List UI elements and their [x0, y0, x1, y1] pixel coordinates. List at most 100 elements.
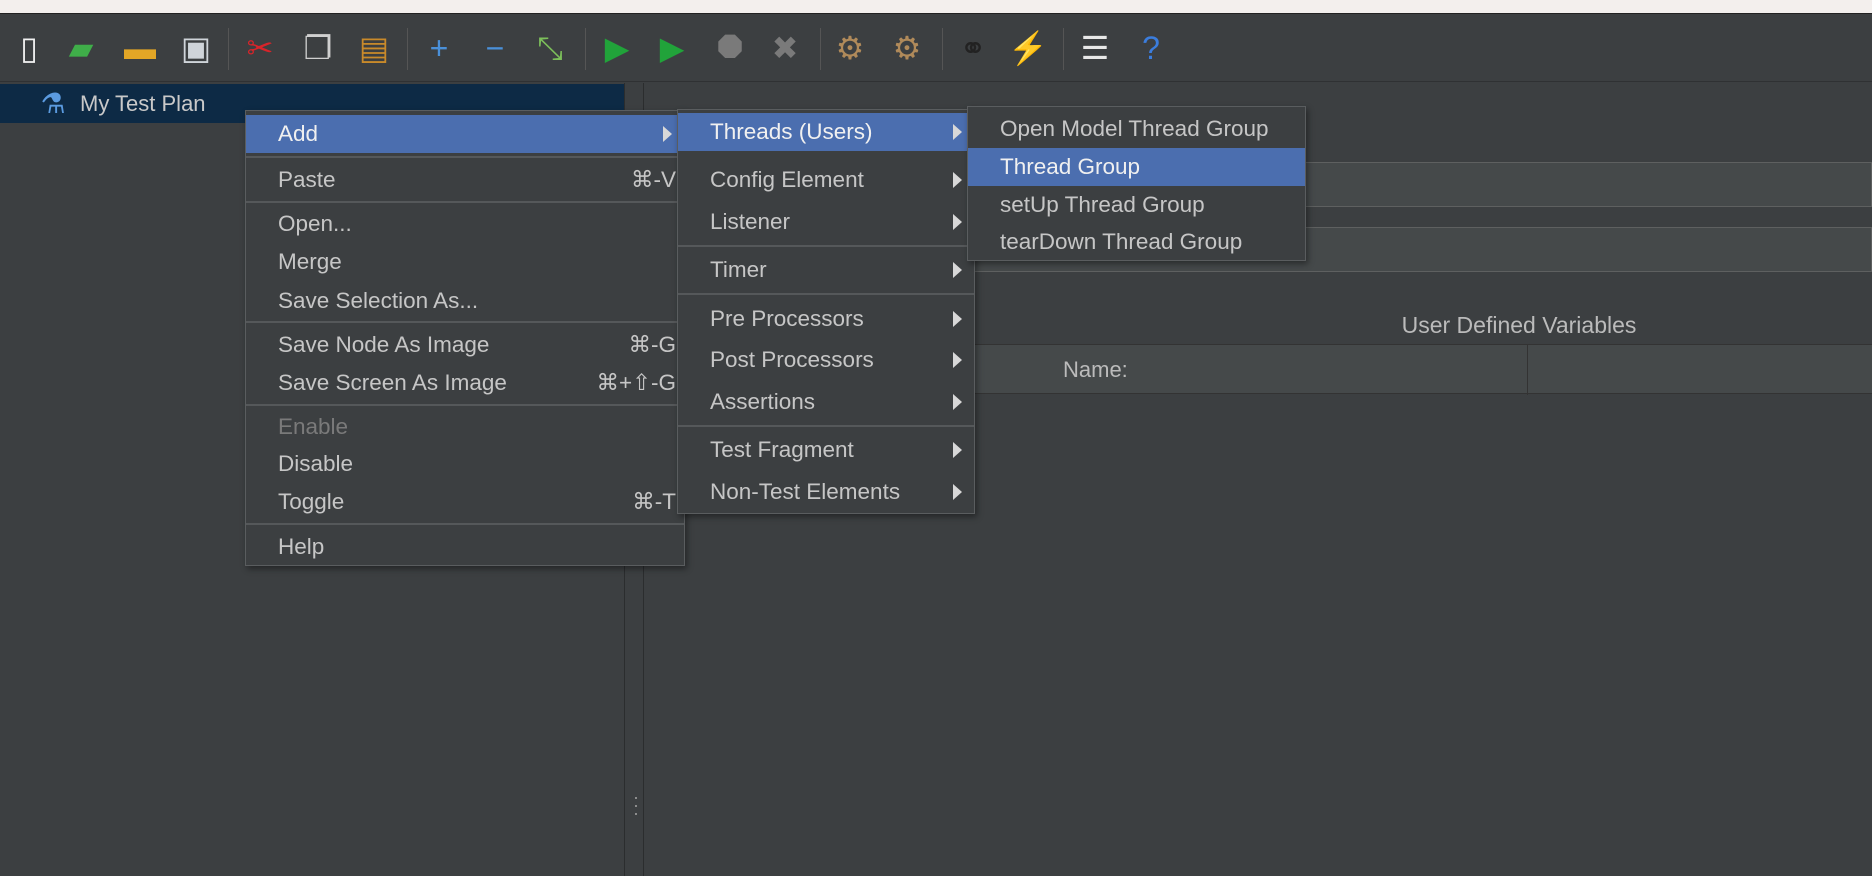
toolbar: ▯ ▰ ▬ ▣ ✂ ❐ ▤ + − ⤡ ▶ ▶ ⯃ ✖ ⚙ ⚙ ⚭ ⚡ ☰?: [0, 14, 1872, 82]
menu-separator: [246, 523, 684, 525]
column-divider[interactable]: [1527, 345, 1528, 395]
menu-item-threads-users[interactable]: Threads (Users): [678, 113, 974, 151]
collapse-icon[interactable]: −: [474, 27, 516, 69]
submenu-arrow-icon: [953, 262, 962, 278]
menu-item-label: Assertions: [710, 389, 816, 414]
window-top-bar: [0, 0, 1872, 14]
submenu-arrow-icon: [953, 124, 962, 140]
menu-item-label: Toggle: [278, 489, 345, 514]
test-plan-flask-icon: ⚗: [40, 88, 66, 119]
drag-handle-icon[interactable]: · · ·: [632, 788, 640, 822]
add-submenu: Threads (Users) Config Element Listener Tim…: [677, 109, 975, 514]
submenu-arrow-icon: [953, 442, 962, 458]
menu-item-label: Pre Processors: [710, 306, 864, 331]
menu-item-teardown-thread-group[interactable]: tearDown Thread Group: [968, 223, 1305, 261]
toolbar-separator: [585, 28, 586, 70]
cut-icon[interactable]: ✂: [239, 27, 281, 69]
menu-item-setup-thread-group[interactable]: setUp Thread Group: [968, 186, 1305, 224]
start-no-pauses-icon[interactable]: ▶: [651, 27, 693, 69]
shortcut-label: ⌘-T: [632, 489, 676, 514]
toolbar-separator: [942, 28, 943, 70]
menu-item-label: Test Fragment: [710, 437, 854, 462]
toggle-icon[interactable]: ⤡: [529, 27, 571, 69]
stop-icon[interactable]: ⯃: [709, 27, 751, 69]
shortcut-label: ⌘-V: [631, 167, 676, 192]
tree-node-label: My Test Plan: [80, 90, 206, 116]
paste-icon[interactable]: ▤: [353, 27, 395, 69]
submenu-arrow-icon: [953, 352, 962, 368]
menu-item-label: Add: [278, 121, 319, 146]
shutdown-icon[interactable]: ✖: [764, 27, 806, 69]
menu-separator: [678, 293, 974, 295]
copy-icon[interactable]: ❐: [297, 27, 339, 69]
expand-icon[interactable]: +: [418, 27, 460, 69]
menu-item-timer[interactable]: Timer: [678, 251, 974, 289]
menu-item-toggle[interactable]: Toggle ⌘-T: [246, 483, 684, 521]
menu-item-label: Save Selection As...: [278, 288, 479, 313]
menu-item-listener[interactable]: Listener: [678, 203, 974, 241]
context-menu: Add Paste ⌘-V Open... Merge Save Selection As…: [245, 110, 685, 566]
menu-item-open[interactable]: Open...: [246, 205, 684, 243]
clear-icon[interactable]: ⚙: [829, 27, 871, 69]
search-icon[interactable]: ⚭: [952, 27, 994, 69]
menu-item-label: Disable: [278, 451, 354, 476]
menu-item-label: Post Processors: [710, 347, 874, 372]
menu-item-non-test-elements[interactable]: Non-Test Elements: [678, 473, 974, 511]
templates-icon[interactable]: ▰: [60, 27, 102, 69]
menu-item-label: Merge: [278, 249, 342, 274]
menu-item-help[interactable]: Help: [246, 528, 684, 566]
menu-item-paste[interactable]: Paste ⌘-V: [246, 161, 684, 199]
toolbar-separator: [820, 28, 821, 70]
menu-item-label: tearDown Thread Group: [1000, 229, 1243, 254]
menu-item-pre-processors[interactable]: Pre Processors: [678, 300, 974, 338]
shortcut-label: ⌘-G: [628, 332, 677, 357]
menu-item-label: Save Screen As Image: [278, 370, 507, 395]
menu-item-label: Open...: [278, 211, 352, 236]
threads-submenu: Open Model Thread Group Thread Group setUp…: [967, 106, 1306, 261]
toolbar-separator: [228, 28, 229, 70]
menu-item-save-selection-as[interactable]: Save Selection As...: [246, 282, 684, 320]
start-icon[interactable]: ▶: [596, 27, 638, 69]
menu-item-label: Open Model Thread Group: [1000, 116, 1269, 141]
menu-item-assertions[interactable]: Assertions: [678, 383, 974, 421]
new-icon[interactable]: ▯: [8, 27, 50, 69]
menu-item-save-screen-as-image[interactable]: Save Screen As Image ⌘+⇧-G: [246, 364, 684, 402]
save-icon[interactable]: ▣: [175, 27, 217, 69]
menu-item-label: Enable: [278, 414, 349, 439]
submenu-arrow-icon: [953, 394, 962, 410]
open-icon[interactable]: ▬: [119, 27, 161, 69]
menu-item-label: Help: [278, 534, 325, 559]
menu-item-open-model-thread-group[interactable]: Open Model Thread Group: [968, 110, 1305, 148]
menu-item-label: Config Element: [710, 167, 864, 192]
menu-item-disable[interactable]: Disable: [246, 445, 684, 483]
menu-separator: [678, 425, 974, 427]
menu-separator: [246, 156, 684, 158]
menu-separator: [246, 404, 684, 406]
clear-all-icon[interactable]: ⚙: [886, 27, 928, 69]
menu-separator: [246, 201, 684, 203]
menu-item-label: setUp Thread Group: [1000, 192, 1205, 217]
menu-item-post-processors[interactable]: Post Processors: [678, 341, 974, 379]
toolbar-separator: [1063, 28, 1064, 70]
menu-item-merge[interactable]: Merge: [246, 243, 684, 281]
menu-item-label: Timer: [710, 257, 767, 282]
submenu-arrow-icon: [953, 172, 962, 188]
help-icon[interactable]: ?: [1130, 27, 1172, 69]
function-helper-icon[interactable]: ☰: [1074, 27, 1116, 69]
menu-item-add[interactable]: Add: [246, 115, 684, 153]
submenu-arrow-icon: [953, 484, 962, 500]
menu-item-label: Thread Group: [1000, 154, 1141, 179]
menu-item-test-fragment[interactable]: Test Fragment: [678, 431, 974, 469]
menu-item-label: Paste: [278, 167, 336, 192]
reset-search-icon[interactable]: ⚡: [1007, 27, 1049, 69]
menu-item-thread-group[interactable]: Thread Group: [968, 148, 1305, 186]
submenu-arrow-icon: [953, 214, 962, 230]
submenu-arrow-icon: [663, 126, 672, 142]
menu-separator: [246, 321, 684, 323]
name-column-header[interactable]: Name:: [1063, 345, 1128, 395]
menu-item-label: Listener: [710, 209, 791, 234]
submenu-arrow-icon: [953, 311, 962, 327]
menu-item-save-node-as-image[interactable]: Save Node As Image ⌘-G: [246, 326, 684, 364]
toolbar-separator: [407, 28, 408, 70]
menu-item-config-element[interactable]: Config Element: [678, 161, 974, 199]
